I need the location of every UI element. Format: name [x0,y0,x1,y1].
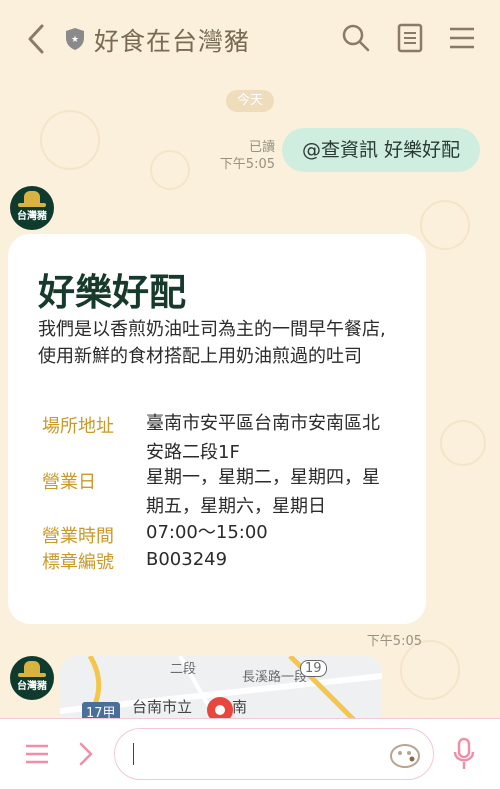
microphone-icon[interactable] [452,737,476,771]
message-input[interactable] [114,728,434,780]
business-days-label: 營業日 [42,472,96,493]
avatar[interactable]: 台灣豬 [10,656,54,700]
background-doodle [420,200,470,250]
back-arrow-icon[interactable] [22,22,52,56]
map-road-label: 長溪路一段 [242,670,308,685]
search-icon[interactable] [340,22,372,54]
shield-icon: ★ [66,28,84,50]
avatar-label: 台灣豬 [17,681,47,692]
background-doodle [40,110,100,170]
map-route-label: 19 [300,660,327,677]
avatar[interactable]: 台灣豬 [10,186,54,230]
date-divider: 今天 [226,90,274,112]
message-time: 下午5:05 [366,634,422,649]
message-input-bar [0,718,500,789]
avatar-label: 台灣豬 [17,211,47,222]
business-days-value: 星期一，星期二，星期四，星期五，星期六，星期日 [146,467,380,517]
badge-number-label: 標章編號 [42,552,114,573]
business-hours-value: 07:00～15:00 [146,522,268,543]
text-caret [133,743,134,765]
address-label: 場所地址 [42,416,114,437]
business-hours-label: 營業時間 [42,526,114,547]
card-description: 我們是以香煎奶油吐司為主的一間早午餐店,使用新鮮的食材搭配上用奶油煎過的吐司 [38,319,386,367]
chat-title: 好食在台灣豬 [94,27,251,56]
background-doodle [400,640,460,700]
chevron-right-icon[interactable] [76,741,96,767]
badge-number-value: B003249 [146,549,228,570]
address-value: 臺南市安平區台南市安南區北安路二段1F [146,413,380,463]
message-time: 下午5:05 [219,157,275,172]
map-place-label: 台南市立 [132,698,193,716]
map-place-label: 南 [232,698,248,716]
map-road-label: 二段 [170,662,197,677]
info-card[interactable]: 好樂好配 我們是以香煎奶油吐司為主的一間早午餐店,使用新鮮的食材搭配上用奶油煎過… [8,234,426,624]
card-title: 好樂好配 [38,271,186,314]
chat-header: ★ 好食在台灣豬 [0,0,500,76]
outgoing-message[interactable]: @查資訊 好樂好配 [282,128,480,172]
sticker-icon[interactable] [389,739,421,769]
background-doodle [440,420,486,466]
notes-icon[interactable] [394,22,426,54]
background-doodle [150,150,190,190]
keyboard-menu-icon[interactable] [24,741,50,767]
menu-icon[interactable] [446,22,478,54]
svg-text:★: ★ [71,35,79,45]
